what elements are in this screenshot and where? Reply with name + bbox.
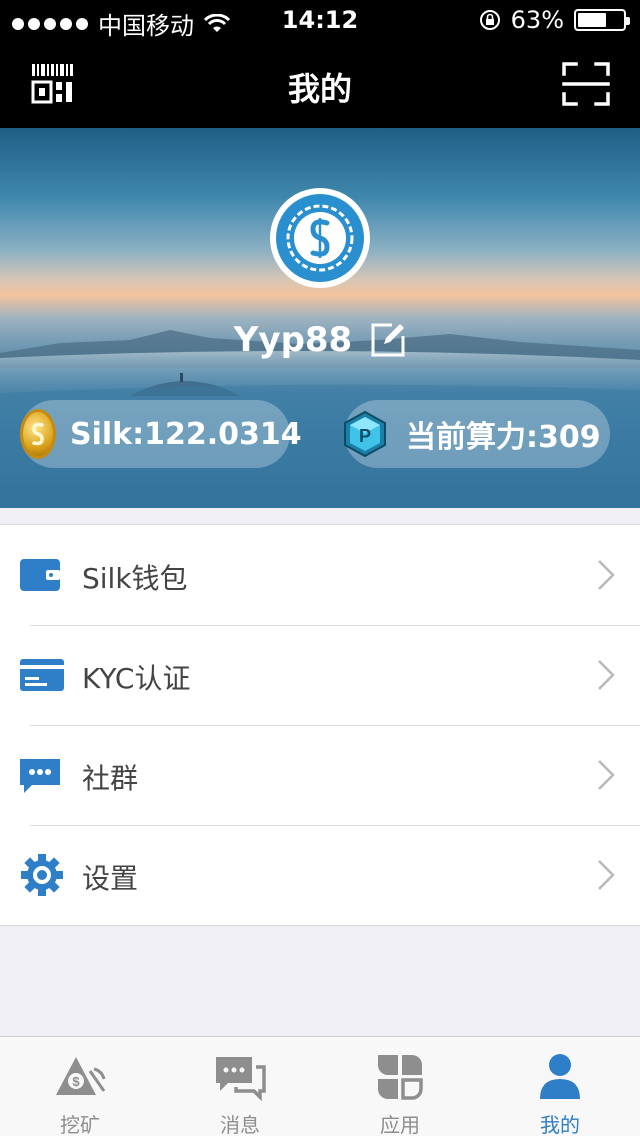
chevron-right-icon <box>598 860 615 890</box>
battery-percent: 63% <box>510 6 564 34</box>
menu-item-community[interactable]: 社群 <box>0 725 640 825</box>
avatar[interactable] <box>270 188 370 288</box>
tab-label: 消息 <box>220 1113 260 1136</box>
menu-item-settings[interactable]: 设置 <box>0 825 640 925</box>
page-title: 我的 <box>287 70 352 108</box>
tab-bar: $ 挖矿 消息 应用 我的 <box>0 1036 640 1136</box>
chevron-right-icon <box>598 660 615 690</box>
tab-mining[interactable]: $ 挖矿 <box>0 1037 160 1136</box>
battery-icon <box>574 9 630 31</box>
menu-label: KYC认证 <box>82 662 191 695</box>
menu-item-wallet[interactable]: Silk钱包 <box>0 525 640 625</box>
silk-balance-pill[interactable]: Silk:122.0314 <box>20 400 302 468</box>
chevron-right-icon <box>598 560 615 590</box>
wallet-icon <box>20 559 60 591</box>
mining-icon: $ <box>56 1057 106 1095</box>
edit-icon[interactable] <box>370 322 406 358</box>
silk-balance: Silk:122.0314 <box>70 416 302 452</box>
apps-icon <box>378 1055 423 1100</box>
status-bar: 中国移动 14:12 63% <box>0 0 640 40</box>
rotation-lock-icon <box>479 10 500 30</box>
menu-label: 设置 <box>82 862 139 895</box>
silk-coin-icon <box>20 409 56 459</box>
hash-power-pill[interactable]: P 当前算力:309 <box>344 400 610 468</box>
gear-icon <box>21 854 63 896</box>
settings-menu: Silk钱包 KYC认证 社群 设置 <box>0 524 640 926</box>
chat-bubble-icon <box>20 759 60 793</box>
profile-header: Yyp88 Silk:122.0314 P 当前算力:309 <box>0 128 640 508</box>
nav-bar: 我的 <box>0 40 640 128</box>
tab-label: 挖矿 <box>60 1113 100 1136</box>
menu-item-kyc[interactable]: KYC认证 <box>0 625 640 725</box>
username: Yyp88 <box>233 320 353 360</box>
svg-text:$: $ <box>72 1074 80 1089</box>
svg-text:P: P <box>359 426 371 446</box>
crystal-icon: P <box>344 411 386 457</box>
id-card-icon <box>20 659 64 691</box>
tab-apps[interactable]: 应用 <box>320 1037 480 1136</box>
menu-label: 社群 <box>82 762 139 795</box>
tab-messages[interactable]: 消息 <box>160 1037 320 1136</box>
tab-profile[interactable]: 我的 <box>480 1037 640 1136</box>
hash-power: 当前算力:309 <box>406 420 601 455</box>
messages-icon <box>216 1057 266 1102</box>
menu-label: Silk钱包 <box>82 562 188 595</box>
tab-label: 应用 <box>380 1113 420 1136</box>
profile-icon <box>540 1054 580 1099</box>
tab-label: 我的 <box>540 1113 580 1136</box>
scan-icon[interactable] <box>562 60 610 108</box>
silk-logo-icon <box>286 204 354 272</box>
chevron-right-icon <box>598 760 615 790</box>
